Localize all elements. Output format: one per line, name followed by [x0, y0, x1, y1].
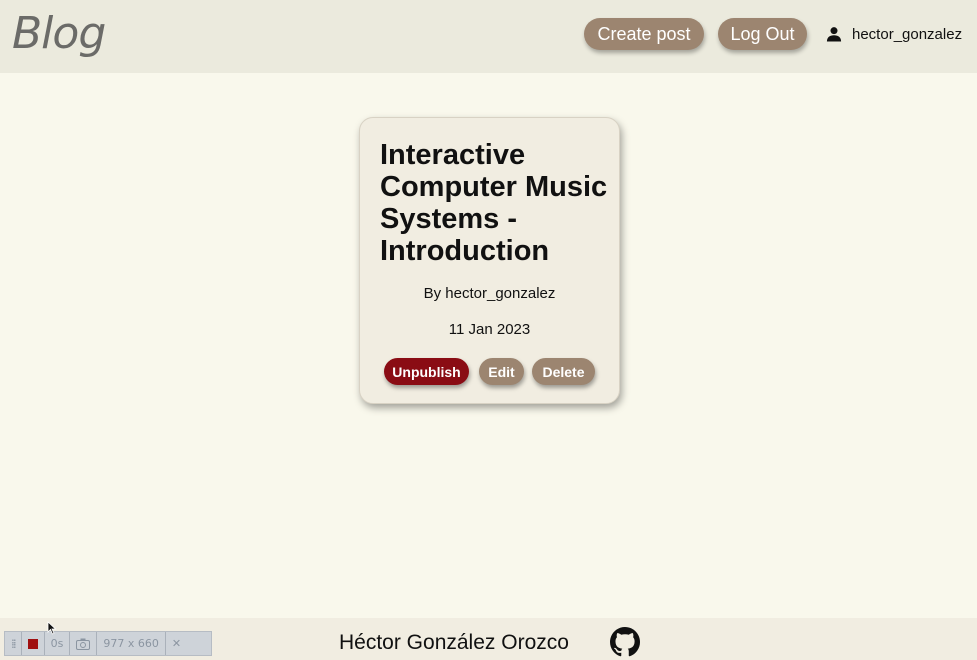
drag-handle-icon[interactable]: ⁞⁞ [5, 632, 22, 655]
username-label: hector_gonzalez [852, 25, 963, 43]
post-title[interactable]: Interactive Computer Music Systems - Int… [380, 139, 612, 267]
post-date: 11 Jan 2023 [448, 321, 531, 338]
dimensions-label: 977 x 660 [97, 632, 166, 655]
top-bar: Blog Create post Log Out hector_gonzalez [0, 0, 977, 73]
user-profile[interactable]: hector_gonzalez [824, 24, 962, 44]
post-card[interactable]: Interactive Computer Music Systems - Int… [359, 117, 620, 404]
blog-logo[interactable]: Blog [12, 8, 106, 59]
camera-button[interactable] [70, 632, 98, 655]
mouse-cursor-icon [47, 621, 57, 635]
post-author: By hector_gonzalez [423, 285, 556, 302]
github-icon[interactable] [610, 627, 640, 657]
recording-toolbar: ⁞⁞ 0s 977 x 660 ✕ [4, 631, 212, 656]
logout-button[interactable]: Log Out [718, 18, 807, 50]
delete-button[interactable]: Delete [532, 358, 595, 385]
person-icon [826, 27, 842, 42]
timer-label: 0s [45, 632, 71, 655]
edit-button[interactable]: Edit [479, 358, 524, 385]
stop-icon [27, 638, 38, 649]
record-stop-button[interactable] [22, 632, 45, 655]
unpublish-button[interactable]: Unpublish [384, 358, 469, 385]
camera-icon [76, 638, 91, 650]
close-button[interactable]: ✕ [166, 632, 187, 655]
footer-author-name: Héctor González Orozco [339, 631, 569, 654]
page: Blog Create post Log Out hector_gonzalez… [0, 0, 977, 660]
create-post-button[interactable]: Create post [584, 18, 704, 50]
